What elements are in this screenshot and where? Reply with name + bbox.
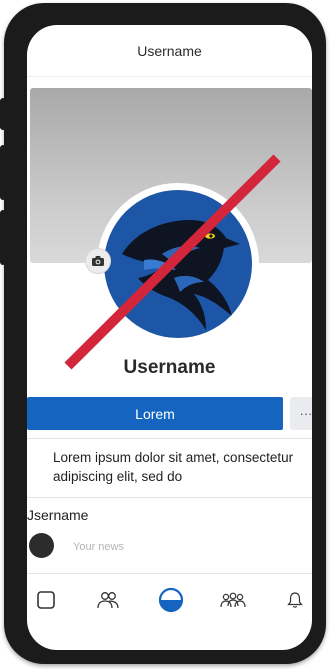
phone-side-button — [0, 98, 6, 130]
groups-icon — [220, 592, 246, 608]
primary-action-button[interactable]: Lorem — [27, 397, 283, 430]
nav-groups[interactable] — [218, 585, 248, 615]
phone-side-button — [0, 210, 6, 265]
composer-avatar — [29, 533, 54, 558]
more-options-button[interactable]: ··· — [290, 397, 312, 430]
nav-profile[interactable] — [156, 585, 186, 615]
divider — [27, 573, 312, 574]
feed-author-name: Jsername — [27, 507, 89, 523]
profile-circle-icon — [158, 587, 183, 613]
nav-home[interactable] — [31, 585, 61, 615]
bell-icon — [287, 592, 303, 608]
phone-side-button — [0, 145, 6, 200]
app-screen: Username Username Lorem ··· Lorem ipsum … — [27, 25, 312, 650]
nav-notifications[interactable] — [280, 585, 310, 615]
divider — [27, 497, 312, 498]
news-composer-input[interactable]: Your news — [73, 541, 124, 553]
home-square-icon — [37, 591, 55, 609]
friends-icon — [97, 592, 119, 609]
profile-bio: Lorem ipsum dolor sit amet, consectetur … — [53, 450, 294, 484]
profile-name: Username — [123, 357, 216, 378]
nav-friends[interactable] — [93, 585, 123, 615]
strike-line — [64, 154, 281, 370]
bottom-nav — [27, 580, 312, 620]
divider — [27, 438, 312, 439]
